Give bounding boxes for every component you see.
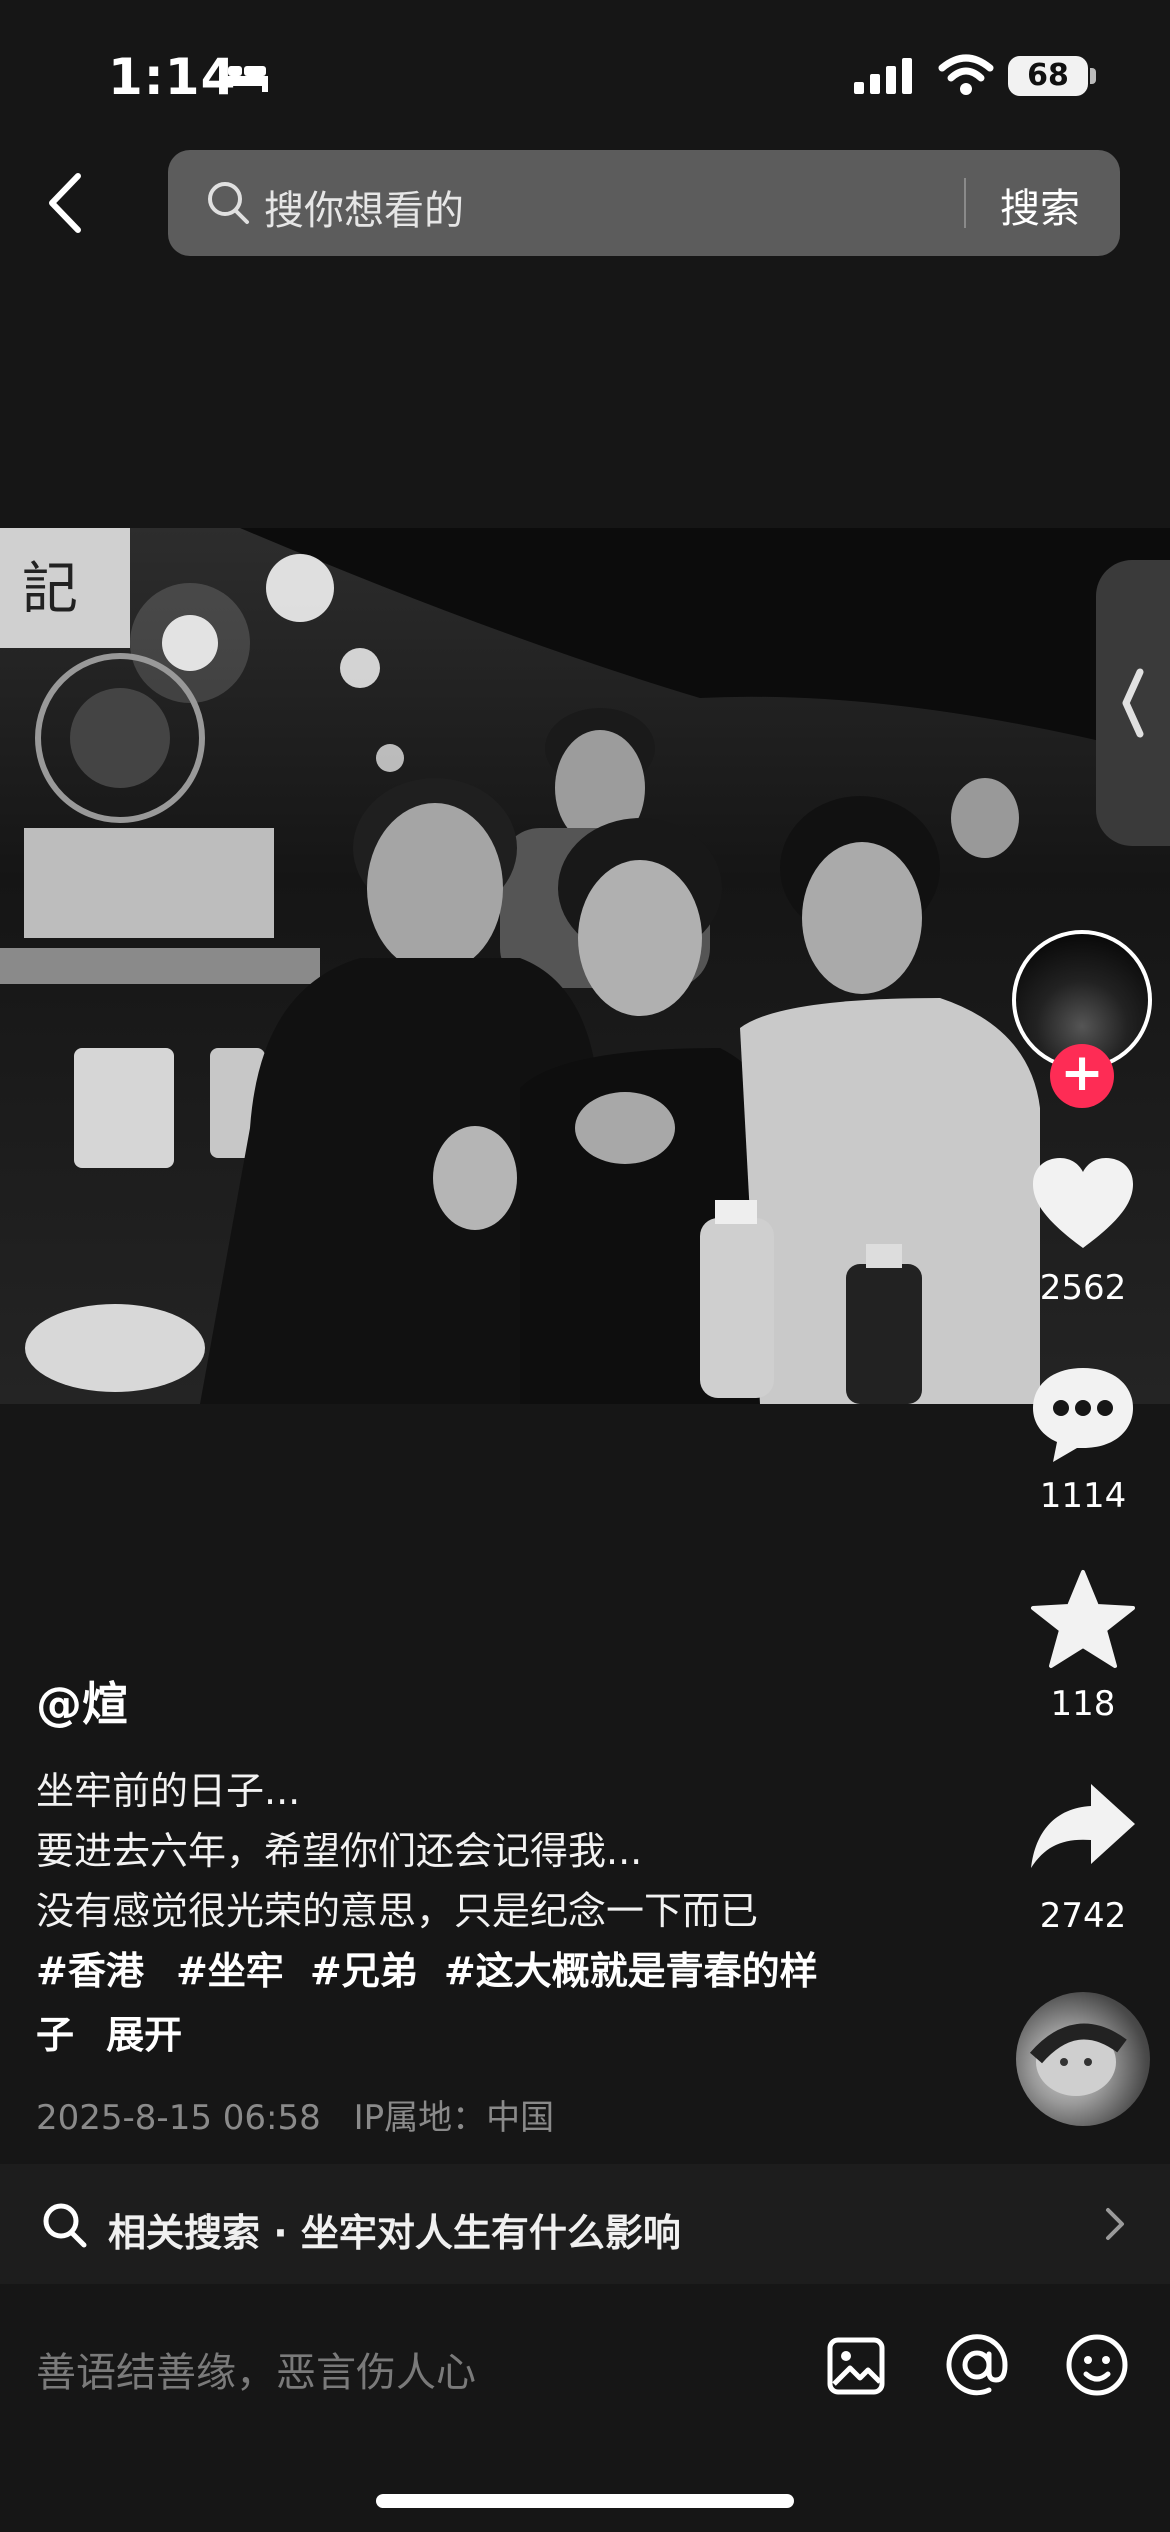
music-cover-icon [1029, 2023, 1127, 2096]
video-photo[interactable]: 記 [0, 528, 1170, 1404]
battery-icon: 68 [1008, 56, 1088, 96]
search-bar[interactable]: 搜你想看的 搜索 [168, 150, 1120, 256]
author-username[interactable]: @煊 [36, 1668, 128, 1734]
caption-line: 没有感觉很光荣的意思，只是纪念一下而已 [36, 1889, 759, 1933]
post-meta: 2025-8-15 06:58 IP属地：中国 [36, 2090, 554, 2139]
home-indicator[interactable] [376, 2494, 794, 2508]
post-date: 2025-8-15 06:58 [36, 2098, 321, 2138]
star-icon [1031, 1570, 1135, 1668]
share-count: 2742 [1039, 1896, 1127, 1936]
search-button[interactable]: 搜索 [1000, 176, 1080, 234]
comment-input[interactable]: 善语结善缘，恶言伤人心 [36, 2340, 476, 2398]
comment-icon [1033, 1368, 1133, 1462]
chevron-left-icon [49, 173, 81, 233]
share-button[interactable] [1025, 1776, 1141, 1886]
hashtag-link[interactable]: #坐牢 [176, 1949, 284, 1993]
follow-button[interactable]: + [1050, 1044, 1114, 1108]
caption-expand-row: 子 展开 [36, 2004, 182, 2059]
music-disc[interactable] [1016, 1992, 1150, 2126]
hashtag-tail[interactable]: 子 [36, 2013, 74, 2057]
search-divider [964, 178, 966, 228]
like-count: 2562 [1039, 1268, 1127, 1308]
caption-line: 要进去六年，希望你们还会记得我... [36, 1829, 643, 1873]
like-button[interactable] [1025, 1150, 1141, 1260]
caption-line: 坐牢前的日子... [36, 1769, 301, 1813]
wifi-icon [938, 54, 994, 100]
bed-icon [218, 58, 270, 98]
ip-location: IP属地：中国 [353, 2098, 555, 2138]
related-search-bar[interactable]: 相关搜索 · 坐牢对人生有什么影响 [0, 2164, 1170, 2284]
hashtag-link[interactable]: #这大概就是青春的样 [444, 1949, 818, 1993]
search-icon [206, 180, 250, 230]
related-search-text[interactable]: 相关搜索 · 坐牢对人生有什么影响 [108, 2202, 681, 2257]
hashtag-link[interactable]: #香港 [36, 1949, 144, 1993]
signal-icon [852, 56, 918, 100]
favorite-button[interactable] [1025, 1566, 1141, 1676]
hashtag-link[interactable]: #兄弟 [310, 1949, 418, 1993]
chevron-left-icon [1122, 668, 1144, 738]
battery-tip [1090, 68, 1096, 84]
favorite-count: 118 [1050, 1684, 1116, 1724]
hashtag-row: #香港 #坐牢 #兄弟 #这大概就是青春的样 [36, 1940, 818, 1995]
expand-button[interactable]: 展开 [106, 2013, 182, 2057]
photo-illustration: 記 [0, 528, 1170, 1404]
at-icon[interactable] [944, 2332, 1010, 2402]
side-panel-toggle[interactable] [1096, 560, 1170, 846]
chevron-right-icon [1102, 2204, 1128, 2248]
svg-text:記: 記 [22, 557, 78, 622]
comment-button[interactable] [1025, 1358, 1141, 1468]
share-icon [1031, 1784, 1135, 1868]
comment-count: 1114 [1039, 1476, 1127, 1516]
heart-icon [1033, 1158, 1133, 1248]
back-button[interactable] [40, 168, 100, 248]
image-icon[interactable] [826, 2336, 886, 2400]
search-input[interactable]: 搜你想看的 [264, 178, 464, 236]
emoji-icon[interactable] [1064, 2332, 1130, 2402]
search-icon [42, 2202, 88, 2252]
